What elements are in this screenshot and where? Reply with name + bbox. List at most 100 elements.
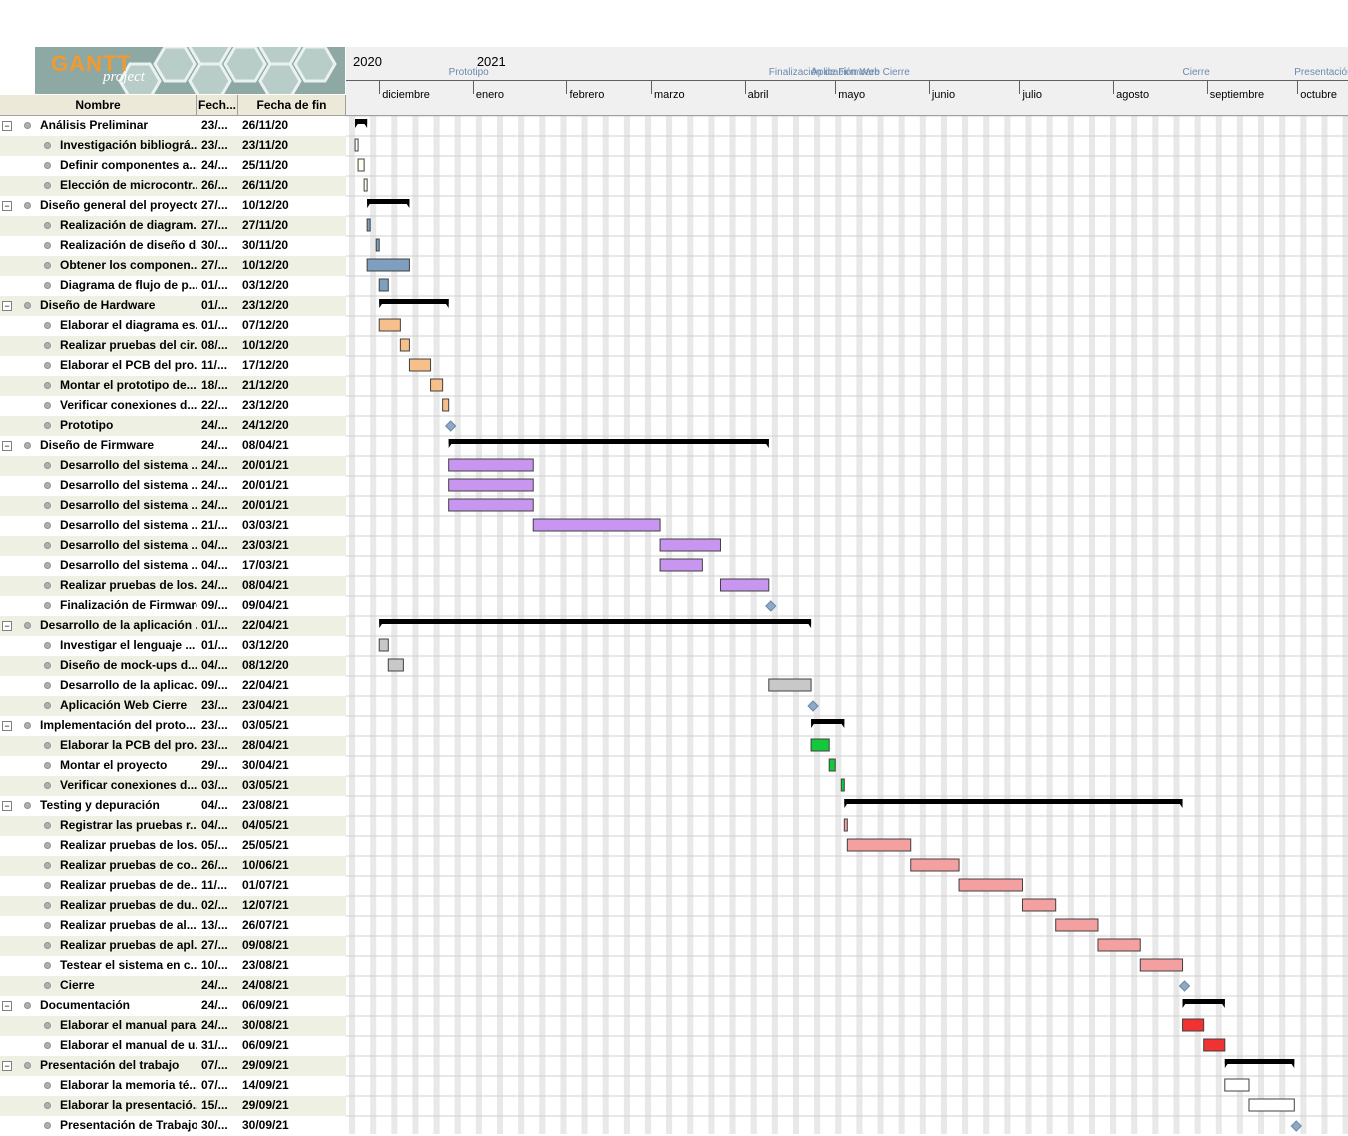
- task-end-date: 03/05/21: [242, 778, 289, 792]
- task-name: Testing y depuración: [40, 798, 160, 812]
- task-row[interactable]: Elaborar el manual de u... 31/... 06/09/21: [0, 1036, 346, 1056]
- task-row[interactable]: Realizar pruebas de co... 26/... 10/06/21: [0, 856, 346, 876]
- month-separator: [744, 80, 746, 94]
- task-row[interactable]: Investigar el lenguaje ... 01/... 03/12/20: [0, 636, 346, 656]
- task-start-date: 01/...: [201, 298, 228, 312]
- weekend-stripe: [859, 116, 863, 1134]
- collapse-toggle-icon[interactable]: −: [2, 201, 12, 211]
- collapse-toggle-icon[interactable]: −: [2, 1061, 12, 1071]
- task-bullet-icon: [44, 422, 51, 429]
- task-row[interactable]: Desarrollo del sistema ... 21/... 03/03/21: [0, 516, 346, 536]
- task-row[interactable]: Desarrollo del sistema ... 24/... 20/01/21: [0, 496, 346, 516]
- task-bullet-icon: [44, 842, 51, 849]
- task-row[interactable]: Elaborar el PCB del pro... 11/... 17/12/20: [0, 356, 346, 376]
- task-row[interactable]: − Diseño de Hardware 01/... 23/12/20: [0, 296, 346, 316]
- gantt-chart[interactable]: [346, 116, 1348, 1134]
- task-end-date: 30/04/21: [242, 758, 289, 772]
- task-row[interactable]: Finalización de Firmware 09/... 09/04/21: [0, 596, 346, 616]
- task-start-date: 02/...: [201, 898, 228, 912]
- task-bullet-icon: [44, 742, 51, 749]
- task-row[interactable]: − Diseño de Firmware 24/... 08/04/21: [0, 436, 346, 456]
- task-row[interactable]: Realizar pruebas de du... 02/... 12/07/21: [0, 896, 346, 916]
- collapse-toggle-icon[interactable]: −: [2, 801, 12, 811]
- task-end-date: 08/12/20: [242, 658, 289, 672]
- task-row[interactable]: Desarrollo del sistema ... 04/... 17/03/21: [0, 556, 346, 576]
- task-row[interactable]: Verificar conexiones d... 03/... 03/05/21: [0, 776, 346, 796]
- task-row[interactable]: Presentación de Trabajo 30/... 30/09/21: [0, 1116, 346, 1136]
- task-row[interactable]: Aplicación Web Cierre 23/... 23/04/21: [0, 696, 346, 716]
- task-row[interactable]: Realizar pruebas de de... 11/... 01/07/21: [0, 876, 346, 896]
- task-bullet-icon: [44, 342, 51, 349]
- task-bullet-icon: [44, 582, 51, 589]
- collapse-toggle-icon[interactable]: −: [2, 121, 12, 131]
- task-row[interactable]: Diseño de mock-ups d... 04/... 08/12/20: [0, 656, 346, 676]
- task-row[interactable]: Elaborar la presentació... 15/... 29/09/21: [0, 1096, 346, 1116]
- weekend-stripe: [433, 116, 437, 1134]
- task-row[interactable]: Elaborar el diagrama es... 01/... 07/12/20: [0, 316, 346, 336]
- task-end-date: 23/04/21: [242, 698, 289, 712]
- weekend-stripe: [922, 116, 926, 1134]
- task-start-date: 30/...: [201, 238, 228, 252]
- task-row[interactable]: Elaborar la PCB del pro... 23/... 28/04/21: [0, 736, 346, 756]
- collapse-toggle-icon[interactable]: −: [2, 721, 12, 731]
- task-row[interactable]: − Documentación 24/... 06/09/21: [0, 996, 346, 1016]
- task-row[interactable]: Testear el sistema en c... 10/... 23/08/21: [0, 956, 346, 976]
- task-row[interactable]: Obtener los componen... 27/... 10/12/20: [0, 256, 346, 276]
- task-row[interactable]: Desarrollo de la aplicac... 09/... 22/04/2…: [0, 676, 346, 696]
- task-row[interactable]: Registrar las pruebas r... 04/... 04/05/21: [0, 816, 346, 836]
- task-row[interactable]: Realizar pruebas de apl... 27/... 09/08/21: [0, 936, 346, 956]
- column-end-header[interactable]: Fecha de fin: [238, 95, 346, 115]
- task-end-date: 22/04/21: [242, 618, 289, 632]
- task-row[interactable]: Realización de diseño d... 30/... 30/11/20: [0, 236, 346, 256]
- task-row[interactable]: Realizar pruebas de los... 24/... 08/04/21: [0, 576, 346, 596]
- task-row[interactable]: Desarrollo del sistema ... 04/... 23/03/21: [0, 536, 346, 556]
- task-row[interactable]: − Presentación del trabajo 07/... 29/09/21: [0, 1056, 346, 1076]
- task-name: Diseño general del proyecto: [40, 198, 197, 212]
- task-row[interactable]: Cierre 24/... 24/08/21: [0, 976, 346, 996]
- column-start-header[interactable]: Fech...: [197, 95, 238, 115]
- task-row[interactable]: Elaborar la memoria té... 07/... 14/09/21: [0, 1076, 346, 1096]
- task-row[interactable]: Definir componentes a... 24/... 25/11/20: [0, 156, 346, 176]
- task-row[interactable]: Desarrollo del sistema ... 24/... 20/01/21: [0, 476, 346, 496]
- milestone-header-label: Presentación d: [1294, 67, 1348, 78]
- task-row[interactable]: Realizar pruebas de al... 13/... 26/07/21: [0, 916, 346, 936]
- task-bar: [442, 398, 450, 412]
- task-end-date: 23/08/21: [242, 798, 289, 812]
- weekend-stripe: [1007, 116, 1011, 1134]
- task-row[interactable]: Realizar pruebas de los... 05/... 25/05/21: [0, 836, 346, 856]
- collapse-toggle-icon[interactable]: −: [2, 1001, 12, 1011]
- collapse-toggle-icon[interactable]: −: [2, 441, 12, 451]
- task-name: Elaborar la presentació...: [60, 1098, 197, 1112]
- task-row[interactable]: − Implementación del proto... 23/... 03/05/…: [0, 716, 346, 736]
- task-row[interactable]: Verificar conexiones d... 22/... 23/12/20: [0, 396, 346, 416]
- task-row[interactable]: Elección de microcontr... 26/... 26/11/20: [0, 176, 346, 196]
- task-row[interactable]: Montar el prototipo de... 18/... 21/12/20: [0, 376, 346, 396]
- task-name: Realizar pruebas de co...: [60, 858, 197, 872]
- task-name: Desarrollo del sistema ...: [60, 558, 197, 572]
- task-end-date: 08/04/21: [242, 578, 289, 592]
- task-name: Elaborar el PCB del pro...: [60, 358, 197, 372]
- task-row[interactable]: Realización de diagram... 27/... 27/11/20: [0, 216, 346, 236]
- task-end-date: 20/01/21: [242, 478, 289, 492]
- collapse-toggle-icon[interactable]: −: [2, 301, 12, 311]
- task-row[interactable]: Investigación bibliográ... 23/... 23/11/20: [0, 136, 346, 156]
- milestone-diamond: [1290, 1120, 1302, 1132]
- task-name: Montar el proyecto: [60, 758, 168, 772]
- task-row[interactable]: − Diseño general del proyecto 27/... 10/12/…: [0, 196, 346, 216]
- task-bullet-icon: [44, 242, 51, 249]
- task-name: Verificar conexiones d...: [60, 398, 197, 412]
- weekend-stripe: [962, 116, 966, 1134]
- task-bar: [448, 458, 534, 472]
- task-row[interactable]: − Análisis Preliminar 23/... 26/11/20: [0, 116, 346, 136]
- task-row[interactable]: − Desarrollo de la aplicación ... 01/... 22…: [0, 616, 346, 636]
- weekend-stripe: [1088, 116, 1092, 1134]
- collapse-toggle-icon[interactable]: −: [2, 621, 12, 631]
- task-row[interactable]: Desarrollo del sistema ... 24/... 20/01/21: [0, 456, 346, 476]
- task-row[interactable]: Elaborar el manual para... 24/... 30/08/21: [0, 1016, 346, 1036]
- column-name-header[interactable]: Nombre: [0, 95, 197, 115]
- task-row[interactable]: Realizar pruebas del cir... 08/... 10/12/2…: [0, 336, 346, 356]
- task-row[interactable]: Montar el proyecto 29/... 30/04/21: [0, 756, 346, 776]
- task-row[interactable]: Diagrama de flujo de p... 01/... 03/12/20: [0, 276, 346, 296]
- task-row[interactable]: Prototipo 24/... 24/12/20: [0, 416, 346, 436]
- task-row[interactable]: − Testing y depuración 04/... 23/08/21: [0, 796, 346, 816]
